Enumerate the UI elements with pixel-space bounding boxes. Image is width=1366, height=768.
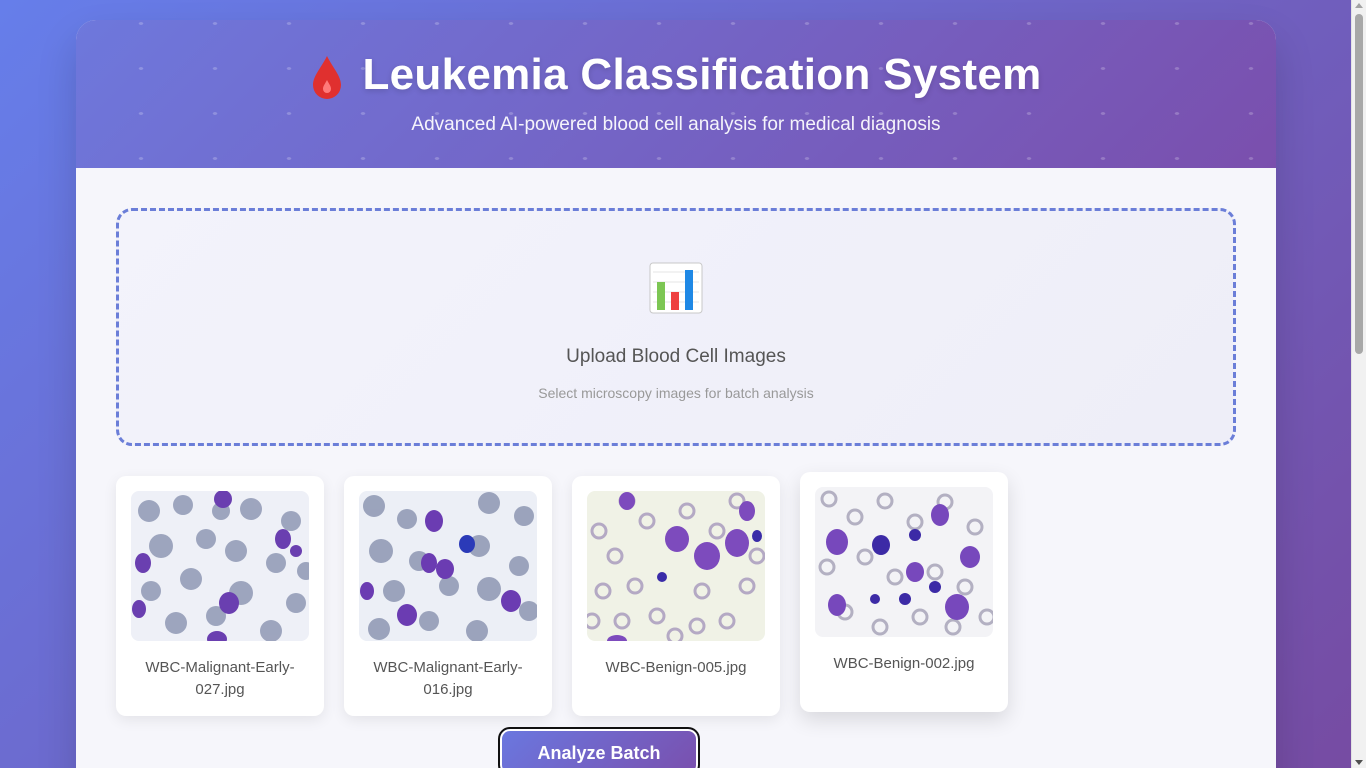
title-row: Leukemia Classification System <box>76 20 1276 100</box>
page-header: Leukemia Classification System Advanced … <box>76 20 1276 168</box>
image-preview-card[interactable]: WBC-Benign-005.jpg <box>572 476 780 716</box>
image-filename: WBC-Benign-005.jpg <box>605 659 747 676</box>
cell-image-thumbnail <box>587 491 765 641</box>
analyze-batch-button[interactable]: Analyze Batch <box>498 727 700 768</box>
main-container: Leukemia Classification System Advanced … <box>76 20 1276 768</box>
image-preview-card[interactable]: WBC-Malignant-Early-016.jpg <box>344 476 552 716</box>
page-subtitle: Advanced AI-powered blood cell analysis … <box>411 114 941 135</box>
scroll-down-arrow-icon[interactable] <box>1355 760 1363 765</box>
cell-image-thumbnail <box>815 487 993 637</box>
scrollbar-thumb[interactable] <box>1355 14 1363 354</box>
scroll-up-arrow-icon[interactable] <box>1355 3 1363 8</box>
blood-drop-icon <box>313 56 342 99</box>
image-filename: WBC-Benign-002.jpg <box>833 655 975 672</box>
image-preview-card[interactable]: WBC-Benign-002.jpg <box>800 472 1008 712</box>
image-filename: WBC-Malignant-Early-027.jpg <box>145 659 295 698</box>
bar-chart-icon <box>649 262 703 314</box>
image-preview-card[interactable]: WBC-Malignant-Early-027.jpg <box>116 476 324 716</box>
cell-image-thumbnail <box>359 491 537 641</box>
upload-title: Upload Blood Cell Images <box>566 346 786 367</box>
image-filename: WBC-Malignant-Early-016.jpg <box>373 659 523 698</box>
upload-hint: Select microscopy images for batch analy… <box>538 385 814 401</box>
page-title: Leukemia Classification System <box>362 50 1042 99</box>
cell-image-thumbnail <box>131 491 309 641</box>
page-scrollbar[interactable] <box>1351 0 1366 768</box>
upload-dropzone[interactable]: Upload Blood Cell Images Select microsco… <box>116 208 1236 446</box>
